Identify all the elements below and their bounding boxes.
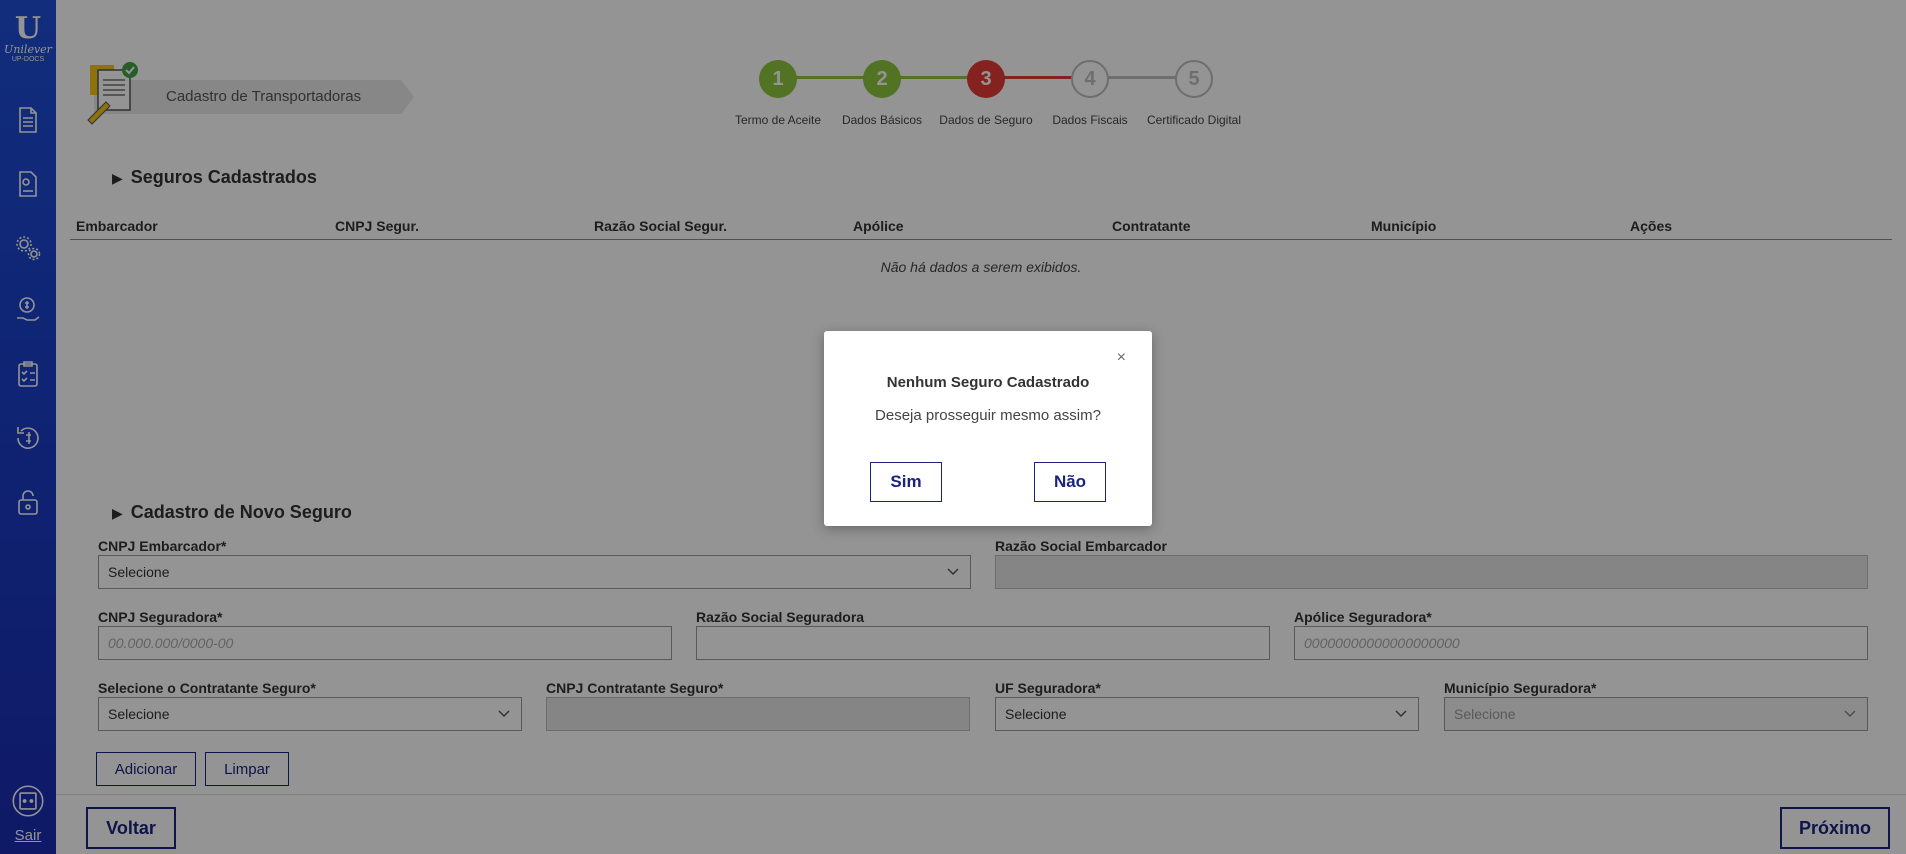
dialog-title: Nenhum Seguro Cadastrado (886, 374, 1090, 391)
yes-button[interactable]: Sim (870, 462, 942, 502)
close-icon[interactable]: × (1117, 349, 1126, 367)
no-button[interactable]: Não (1034, 462, 1106, 502)
dialog-message: Deseja prosseguir mesmo assim? (875, 407, 1101, 424)
confirm-dialog: × Nenhum Seguro Cadastrado Deseja prosse… (824, 331, 1152, 526)
